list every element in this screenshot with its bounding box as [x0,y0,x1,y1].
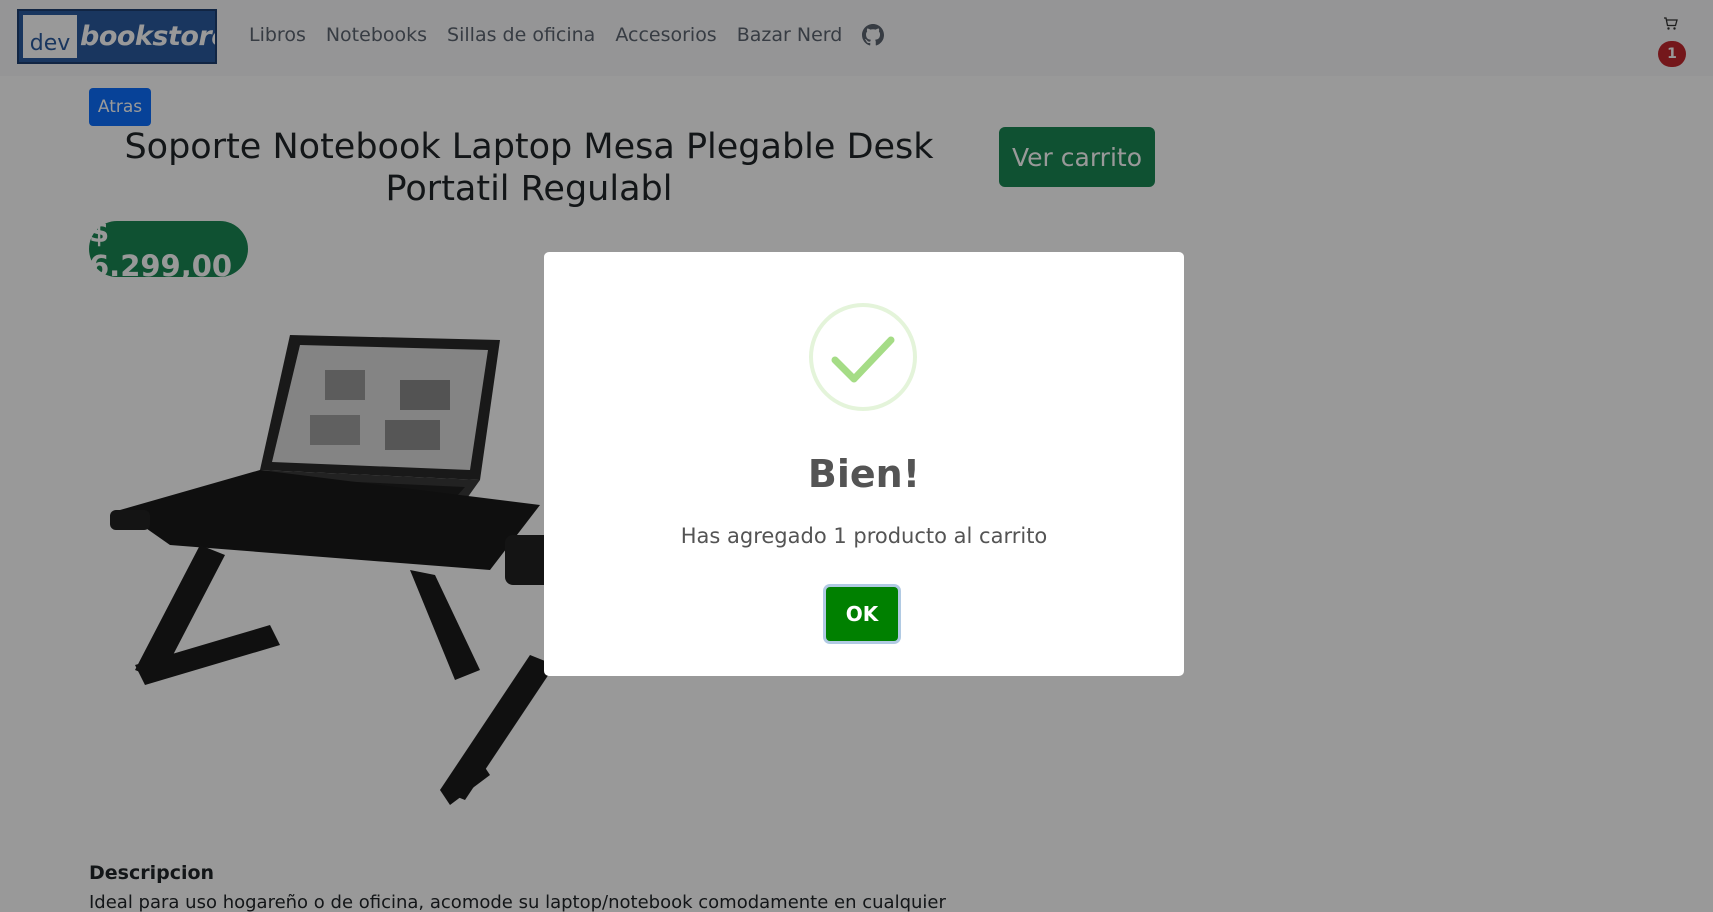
modal-message: Has agregado 1 producto al carrito [680,524,1048,548]
success-modal: Bien! Has agregado 1 producto al carrito… [544,252,1184,676]
ok-button[interactable]: OK [826,587,898,641]
modal-title: Bien! [807,452,921,496]
page: dev bookstore Libros Notebooks Sillas de… [0,0,1713,912]
success-check-icon [809,303,917,411]
